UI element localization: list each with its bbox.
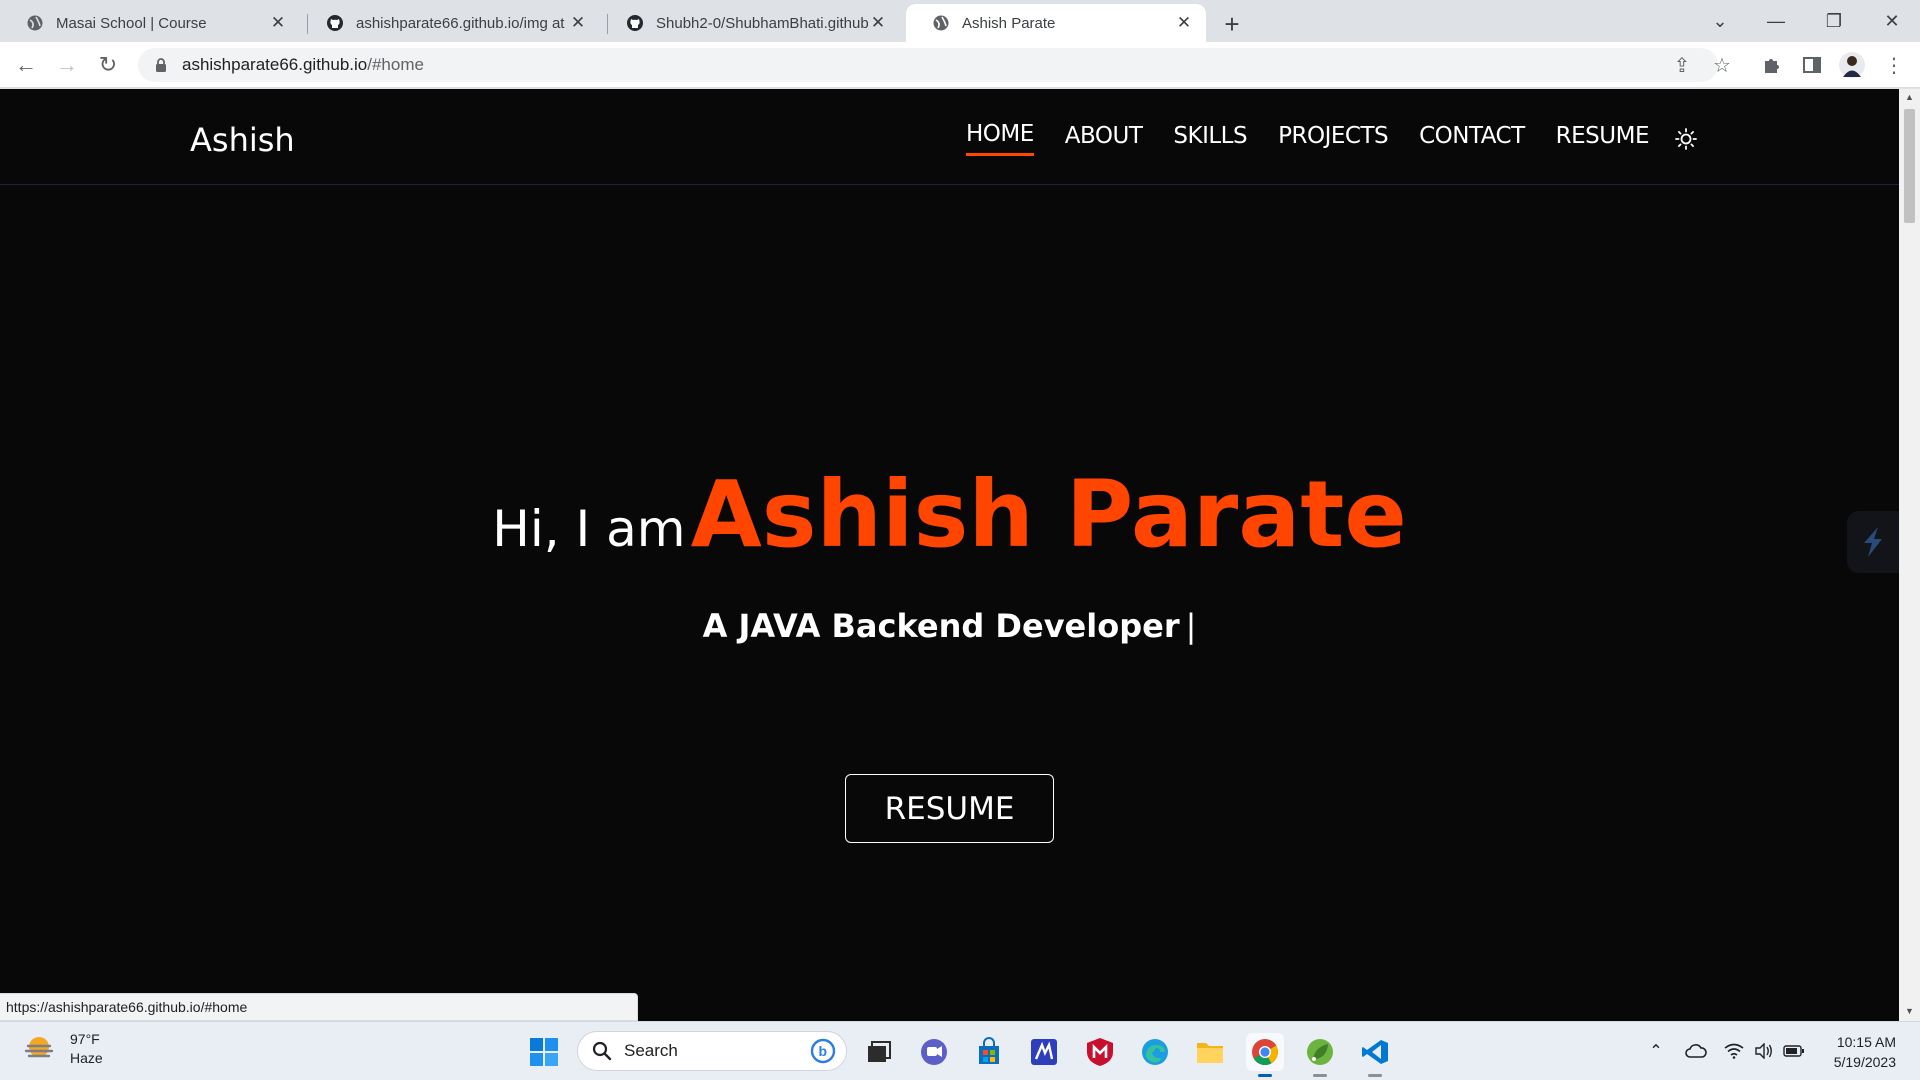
windows-logo-icon [530,1038,558,1066]
github-icon [327,15,343,31]
windows-taskbar: 97°F Haze Search b ⌃ 10:15 AM 5/19/2023 [0,1021,1920,1080]
close-icon[interactable]: ✕ [868,13,888,33]
hero-greeting: Hi, I am [492,500,686,558]
bookmark-star-icon[interactable]: ☆ [1706,49,1738,81]
nav-skills[interactable]: SKILLS [1173,123,1247,155]
start-button[interactable] [525,1033,563,1071]
clock-date: 5/19/2023 [1833,1054,1896,1070]
tab-search-chevron-icon[interactable]: ⌄ [1692,0,1748,42]
resume-button[interactable]: RESUME [845,774,1054,843]
browser-toolbar: ← → ↻ ashishparate66.github.io/#home ⇪ ☆… [0,42,1920,88]
scroll-up-icon[interactable]: ▲ [1904,91,1915,103]
globe-icon [27,15,43,31]
microsoft-store-icon[interactable] [970,1033,1008,1071]
page-scrollbar[interactable]: ▲ ▼ [1899,89,1920,1021]
weather-widget[interactable]: 97°F Haze [22,1030,103,1068]
url-host: ashishparate66.github.io [182,55,368,74]
sun-icon[interactable] [1673,126,1699,152]
profile-avatar[interactable] [1836,49,1868,81]
volume-icon[interactable] [1752,1039,1776,1063]
nav-home[interactable]: HOME [966,121,1034,156]
reload-icon[interactable]: ↻ [92,49,124,81]
taskbar-search[interactable]: Search b [577,1031,847,1071]
svg-text:b: b [819,1043,828,1059]
hero-role: A JAVA Backend Developer | [0,607,1899,645]
running-indicator [1368,1074,1382,1077]
edge-browser-icon[interactable] [1136,1033,1174,1071]
bing-icon: b [810,1038,836,1064]
status-bar-url: https://ashishparate66.github.io/#home [0,993,638,1021]
site-brand[interactable]: Ashish [190,121,295,159]
chrome-taskbar-icon[interactable] [1246,1033,1284,1077]
taskbar-clock[interactable]: 10:15 AM 5/19/2023 [1834,1032,1896,1072]
globe-icon [933,15,949,31]
chrome-menu-icon[interactable]: ⋮ [1878,49,1910,81]
running-indicator [1258,1074,1272,1077]
weather-desc: Haze [70,1050,103,1066]
window-close-icon[interactable]: ✕ [1864,0,1920,42]
nav-about[interactable]: ABOUT [1065,123,1143,155]
tab-github-img[interactable]: ashishparate66.github.io/img at m ✕ [300,4,600,42]
forward-arrow-icon[interactable]: → [51,49,83,81]
lightning-icon [1864,527,1882,557]
tab-title: Masai School | Course [56,14,207,32]
running-indicator [1313,1074,1327,1077]
tab-ashish-parate[interactable]: Ashish Parate ✕ [906,4,1206,42]
hero-name: Ashish Parate [690,461,1407,568]
vscode-icon[interactable] [1356,1033,1394,1077]
address-bar[interactable]: ashishparate66.github.io/#home [138,48,1718,82]
tray-overflow-chevron-icon[interactable]: ⌃ [1644,1039,1668,1063]
scroll-down-icon[interactable]: ▼ [1904,1005,1915,1017]
mathworks-app-icon[interactable] [1025,1033,1063,1071]
floating-extension-widget[interactable] [1847,511,1899,573]
hero-heading: Hi, I am Ashish Parate [0,461,1899,568]
tab-github-shubham[interactable]: Shubh2-0/ShubhamBhati.github.io ✕ [600,4,900,42]
close-icon[interactable]: ✕ [568,13,588,33]
clock-time: 10:15 AM [1836,1034,1896,1050]
page-viewport: Ashish HOME ABOUT SKILLS PROJECTS CONTAC… [0,89,1899,1021]
search-placeholder: Search [624,1041,678,1060]
onedrive-sync-icon[interactable] [1684,1039,1708,1063]
tab-masai[interactable]: Masai School | Course ✕ [0,4,300,42]
extensions-puzzle-icon[interactable] [1756,49,1788,81]
mcafee-icon[interactable] [1081,1033,1119,1071]
github-icon [627,15,643,31]
file-explorer-icon[interactable] [1191,1033,1229,1071]
nav-resume[interactable]: RESUME [1556,123,1650,155]
tab-title: Ashish Parate [962,14,1056,32]
scroll-thumb[interactable] [1904,109,1915,223]
task-view-icon[interactable] [860,1033,898,1071]
close-icon[interactable]: ✕ [1174,13,1194,33]
lock-icon [156,58,166,72]
minimize-icon[interactable]: — [1748,0,1804,42]
spring-tools-icon[interactable] [1301,1033,1339,1077]
back-arrow-icon[interactable]: ← [10,49,42,81]
nav-links: HOME ABOUT SKILLS PROJECTS CONTACT RESUM… [935,121,1699,156]
hero-role-text: A JAVA Backend Developer [702,607,1180,645]
battery-icon[interactable] [1782,1039,1806,1063]
side-panel-icon[interactable] [1796,49,1828,81]
site-navbar: Ashish HOME ABOUT SKILLS PROJECTS CONTAC… [0,89,1899,185]
tab-title: ashishparate66.github.io/img at m [356,14,568,32]
wifi-icon[interactable] [1722,1039,1746,1063]
weather-temp: 97°F [70,1031,100,1047]
close-icon[interactable]: ✕ [268,13,288,33]
teams-chat-icon[interactable] [915,1033,953,1071]
tab-title: Shubh2-0/ShubhamBhati.github.io [656,14,868,32]
typing-caret: | [1185,607,1197,645]
search-icon [592,1041,612,1061]
tab-strip: Masai School | Course ✕ ashishparate66.g… [0,0,1920,42]
restore-icon[interactable]: ❐ [1806,0,1862,42]
new-tab-button[interactable]: + [1218,9,1246,39]
nav-contact[interactable]: CONTACT [1419,123,1525,155]
haze-sun-icon [24,1037,54,1058]
hero-section: Hi, I am Ashish Parate A JAVA Backend De… [0,185,1899,1021]
url-path: /#home [367,55,424,74]
share-icon[interactable]: ⇪ [1666,49,1698,81]
nav-projects[interactable]: PROJECTS [1278,123,1388,155]
